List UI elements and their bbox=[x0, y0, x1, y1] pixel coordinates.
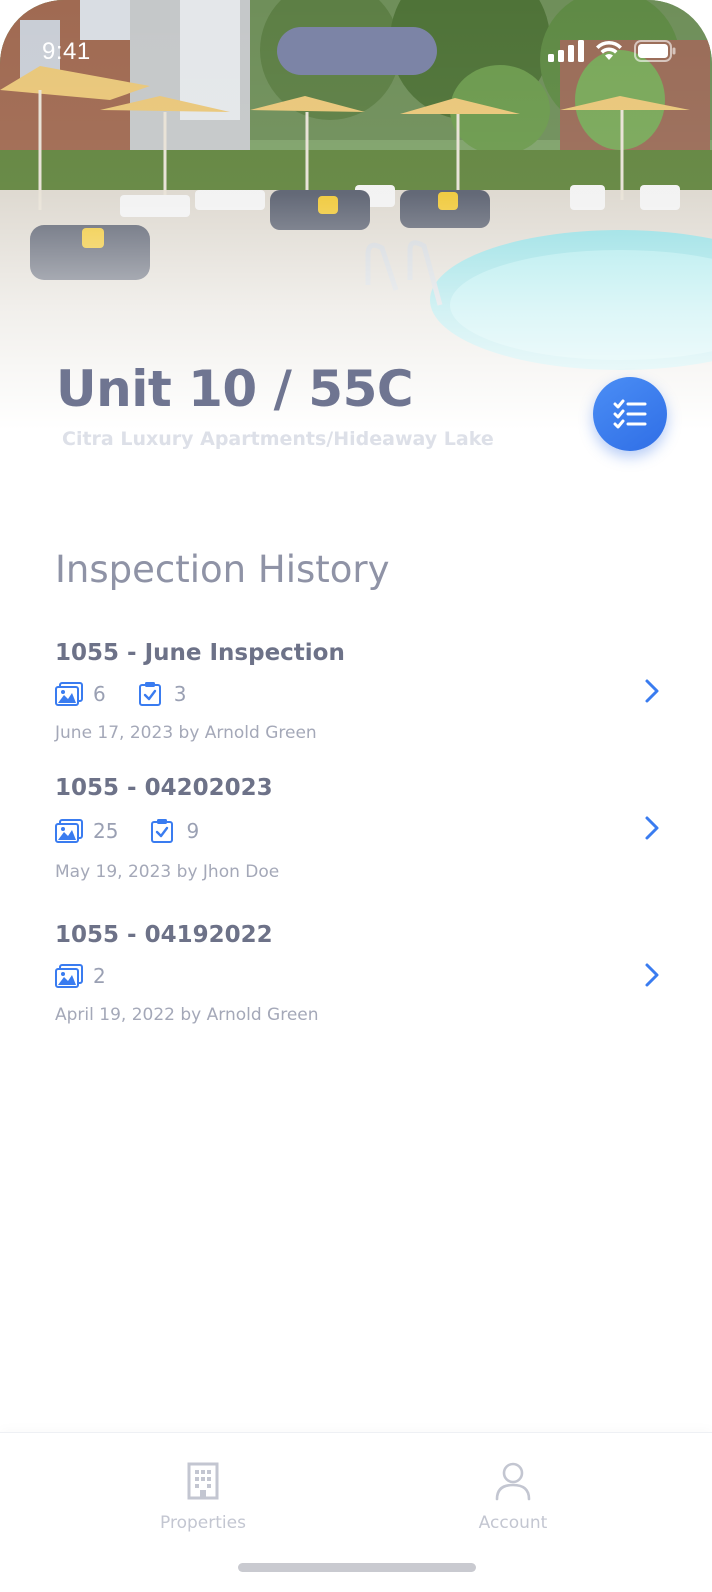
tab-label: Account bbox=[478, 1513, 548, 1533]
section-title: Inspection History bbox=[55, 548, 390, 591]
property-subtitle: Citra Luxury Apartments/Hideaway Lake bbox=[62, 428, 494, 450]
inspection-title: 1055 - 04192022 bbox=[55, 922, 273, 948]
inspection-meta: 2 bbox=[55, 961, 136, 991]
inspection-date: June 17, 2023 by Arnold Green bbox=[55, 723, 317, 743]
tab-label: Properties bbox=[160, 1513, 246, 1533]
tasks-count: 3 bbox=[173, 682, 187, 706]
chevron-right-icon bbox=[645, 679, 659, 703]
photos-count: 25 bbox=[93, 819, 119, 843]
tasks-icon bbox=[136, 681, 164, 707]
signal-icon bbox=[548, 40, 584, 62]
inspection-title: 1055 - June Inspection bbox=[55, 640, 345, 666]
battery-icon bbox=[634, 40, 676, 62]
person-icon bbox=[495, 1462, 531, 1501]
checklist-icon bbox=[613, 399, 647, 429]
inspection-date: May 19, 2023 by Jhon Doe bbox=[55, 862, 280, 882]
dynamic-island bbox=[277, 27, 437, 75]
home-indicator[interactable] bbox=[238, 1563, 476, 1572]
photos-count: 6 bbox=[93, 682, 106, 706]
photos-icon bbox=[55, 818, 83, 844]
chevron-right-icon bbox=[645, 816, 659, 840]
inspection-meta: 6 3 bbox=[55, 679, 216, 709]
inspection-date: April 19, 2022 by Arnold Green bbox=[55, 1005, 319, 1025]
tab-account[interactable]: Account bbox=[433, 1461, 593, 1541]
app-screen: 9:41 Unit 10 / 55C Citra Luxury Apartmen… bbox=[0, 0, 712, 1592]
page-title: Unit 10 / 55C bbox=[56, 360, 414, 418]
tasks-icon bbox=[148, 818, 176, 844]
start-inspection-button[interactable] bbox=[593, 377, 667, 451]
inspection-item[interactable]: 1055 - 04192022 2 April 19, 2022 by Arno… bbox=[0, 922, 712, 1042]
tasks-count: 9 bbox=[186, 819, 200, 843]
inspection-meta: 25 9 bbox=[55, 816, 229, 846]
inspection-title: 1055 - 04202023 bbox=[55, 775, 273, 801]
status-icons bbox=[548, 40, 676, 62]
inspection-item[interactable]: 1055 - June Inspection 6 3 June 17, 2023… bbox=[0, 640, 712, 760]
photos-icon bbox=[55, 963, 83, 989]
inspection-item[interactable]: 1055 - 04202023 25 9 May 19, 2023 by Jho… bbox=[0, 775, 712, 895]
photos-count: 2 bbox=[93, 964, 106, 988]
tab-properties[interactable]: Properties bbox=[123, 1461, 283, 1541]
photos-icon bbox=[55, 681, 83, 707]
building-icon bbox=[187, 1462, 219, 1500]
status-time: 9:41 bbox=[42, 38, 91, 65]
wifi-icon bbox=[596, 40, 622, 60]
chevron-right-icon bbox=[645, 963, 659, 987]
